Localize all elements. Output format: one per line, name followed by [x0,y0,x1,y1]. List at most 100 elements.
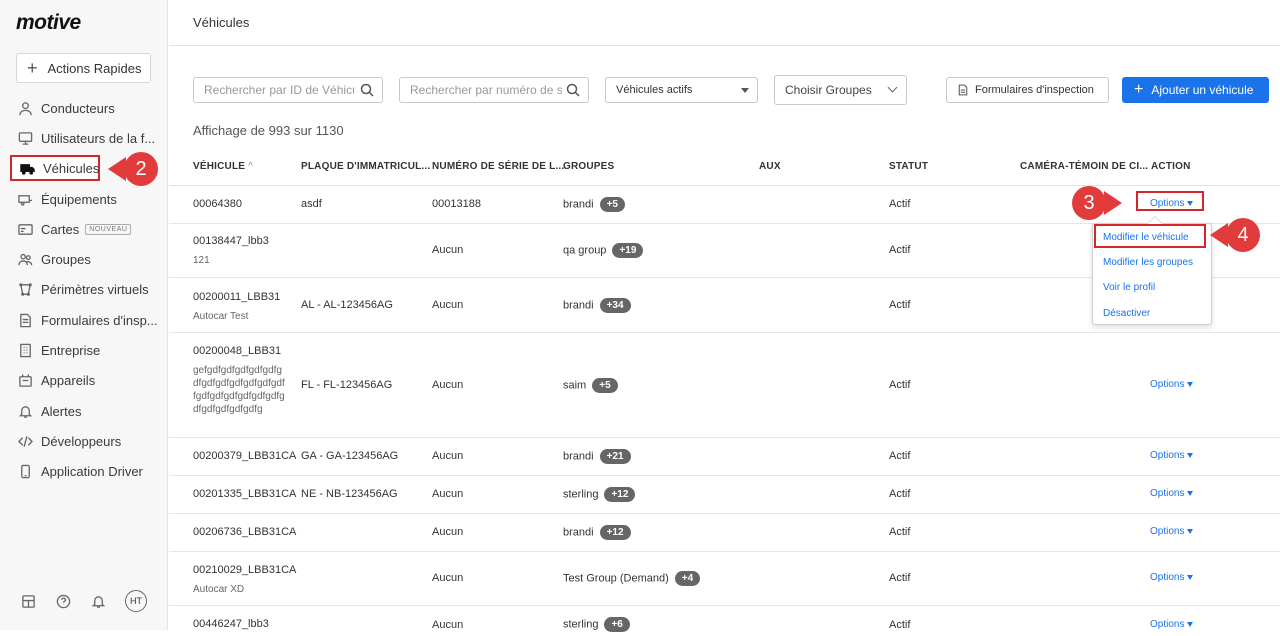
table-row[interactable]: 00446247_lbb3 Aucun sterling +6 Actif Opt… [169,606,1280,636]
groups-cell: qa group +19 [563,243,644,258]
vehicle-id[interactable]: 00138447_lbb3 121 [193,235,269,267]
search-icon [566,83,580,97]
vehicle-id[interactable]: 00200379_LBB31CA [193,450,296,462]
motive-logo[interactable]: motive [16,11,81,35]
vehicle-id[interactable]: 00064380 [193,198,242,210]
more-groups-badge[interactable]: +12 [604,487,636,502]
options-dropdown[interactable]: Options [1150,526,1194,537]
vehicle-id[interactable]: 00210029_LBB31CA Autocar XD [193,564,296,596]
building-icon [17,342,33,358]
groups-select[interactable]: Choisir Groupes [774,75,907,105]
user-avatar[interactable]: HT [125,590,147,612]
help-icon[interactable] [55,593,71,609]
sidebar-item-vehicles[interactable]: Véhicules [10,155,100,181]
callout-4: 4 [1210,218,1260,252]
vehicle-id[interactable]: 00200011_LBB31 Autocar Test [193,291,280,323]
sidebar-item-label: Conducteurs [41,100,115,116]
inspection-forms-button[interactable]: Formulaires d'inspection [946,77,1109,103]
more-groups-badge[interactable]: +21 [599,449,631,464]
inspection-forms-label: Formulaires d'inspection [975,84,1094,96]
quick-actions-button[interactable]: + Actions Rapides [16,53,151,83]
notifications-bell-icon[interactable] [90,593,106,609]
menu-item-view-profile[interactable]: Voir le profil [1103,282,1155,293]
column-header-vehicle[interactable]: VÉHICULE ^ [193,161,253,172]
sidebar-item-groups[interactable]: Groupes [10,246,160,272]
sidebar-item-company[interactable]: Entreprise [10,337,160,363]
sidebar-item-alerts[interactable]: Alertes [10,398,160,424]
table-row[interactable]: 00201335_LBB31CA NE - NB-123456AG Aucun … [169,476,1280,514]
menu-item-deactivate[interactable]: Désactiver [1103,308,1150,319]
sidebar-item-geofences[interactable]: Périmètres virtuels [10,276,160,302]
more-groups-badge[interactable]: +12 [599,525,631,540]
search-vehicle-id-placeholder: Rechercher par ID de Véhicule [204,83,354,97]
table-row[interactable]: 00210029_LBB31CA Autocar XD Aucun Test Gr… [169,552,1280,606]
caret-down-icon [1187,621,1194,627]
add-vehicle-button[interactable]: + Ajouter un véhicule [1122,77,1269,103]
page-title: Véhicules [193,15,250,30]
callout-2: 2 [108,152,158,186]
sidebar-item-fleet-users[interactable]: Utilisateurs de la f... [10,125,160,151]
serial: Aucun [432,619,464,631]
plus-icon: + [1134,81,1144,98]
caret-down-icon [1187,574,1194,580]
sidebar-item-inspection-forms[interactable]: Formulaires d'insp... [10,307,160,333]
status: Actif [889,299,911,311]
more-groups-badge[interactable]: +34 [599,298,631,313]
user-icon [17,100,33,116]
more-groups-badge[interactable]: +5 [592,378,618,393]
vehicle-status-select[interactable]: Véhicules actifs [605,77,758,103]
more-groups-badge[interactable]: +19 [612,243,644,258]
marketplace-icon[interactable] [20,593,36,609]
table-row[interactable]: 00200048_LBB31 gefgdfgdfgdfgdfgdfg dfgdfg… [169,333,1280,438]
sidebar-item-equipment[interactable]: Équipements [10,186,160,212]
table-header: VÉHICULE ^ PLAQUE D'IMMATRICUL... NUMÉRO… [169,150,1280,186]
chevron-down-icon [887,82,898,93]
sidebar-item-cards[interactable]: Cartes NOUVEAU [10,216,160,242]
serial: Aucun [432,244,464,256]
groups-cell: brandi +12 [563,525,631,540]
column-header-groups: GROUPES [563,161,615,172]
vehicle-id[interactable]: 00200048_LBB31 gefgdfgdfgdfgdfgdfg dfgdfg… [193,345,285,416]
menu-item-edit-groups[interactable]: Modifier les groupes [1103,257,1193,268]
vehicle-id[interactable]: 00206736_LBB31CA [193,526,296,538]
sidebar-item-label: Appareils [41,372,96,388]
truck-icon [19,160,35,176]
sidebar-item-label: Équipements [41,191,117,207]
search-vehicle-id-input[interactable]: Rechercher par ID de Véhicule [193,77,383,103]
options-dropdown[interactable]: Options [1150,572,1194,583]
sidebar-item-label: Application Driver [41,463,143,479]
caret-down-icon [1187,381,1194,387]
table-row[interactable]: 00200379_LBB31CA GA - GA-123456AG Aucun … [169,438,1280,476]
options-dropdown[interactable]: Options [1150,488,1194,499]
plate: asdf [301,198,322,210]
options-dropdown[interactable]: Options [1150,450,1194,461]
sidebar-item-driver-app[interactable]: Application Driver [10,458,160,484]
more-groups-badge[interactable]: +5 [599,197,625,212]
groups-cell: brandi +34 [563,298,631,313]
vehicle-status-value: Véhicules actifs [616,84,693,96]
options-dropdown[interactable]: Options [1150,379,1194,390]
column-header-dashcam: CAMÉRA-TÉMOIN DE CI... [1020,161,1149,172]
vehicle-id[interactable]: 00446247_lbb3 [193,618,269,630]
serial: 00013188 [432,198,481,210]
options-dropdown[interactable]: Options [1150,619,1194,630]
more-groups-badge[interactable]: +4 [674,571,701,586]
options-highlight-box [1136,191,1204,211]
plus-icon: + [27,58,38,78]
code-icon [17,433,33,449]
search-serial-input[interactable]: Rechercher par numéro de série [399,77,589,103]
table-row[interactable]: 00206736_LBB31CA Aucun brandi +12 Actif O… [169,514,1280,552]
sidebar-footer: HT [0,590,168,612]
column-header-aux: AUX [759,161,781,172]
status: Actif [889,572,911,584]
vehicle-id[interactable]: 00201335_LBB31CA [193,488,296,500]
vehicle-subtitle: Autocar Test [193,311,249,322]
serial: Aucun [432,488,464,500]
sidebar-item-drivers[interactable]: Conducteurs [10,95,160,121]
callout-3: 3 [1072,186,1122,220]
top-bar: Véhicules [169,0,1280,46]
group-icon [17,251,33,267]
column-header-serial: NUMÉRO DE SÉRIE DE L... [432,161,565,172]
sidebar-item-devices[interactable]: Appareils [10,367,160,393]
sidebar-item-developers[interactable]: Développeurs [10,428,160,454]
